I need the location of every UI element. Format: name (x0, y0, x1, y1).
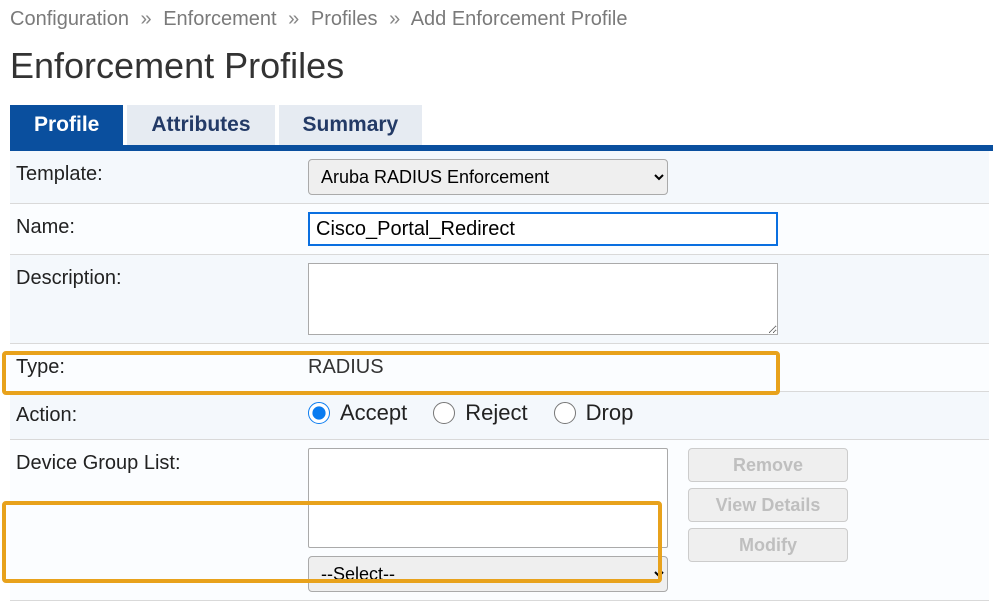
breadcrumb-item[interactable]: Profiles (311, 8, 378, 30)
row-description: Description: (10, 255, 989, 344)
chevron-right-icon: » (141, 8, 152, 30)
remove-button[interactable]: Remove (688, 448, 848, 482)
profile-form: Template: Aruba RADIUS Enforcement Name:… (10, 151, 989, 601)
name-label: Name: (10, 204, 300, 251)
type-value: RADIUS (308, 352, 384, 383)
action-label: Action: (10, 392, 300, 439)
row-type: Type: RADIUS (10, 344, 989, 392)
device-group-list-box[interactable] (308, 448, 668, 548)
action-reject-radio[interactable] (433, 402, 455, 424)
page-title: Enforcement Profiles (0, 35, 999, 105)
breadcrumb-item: Add Enforcement Profile (411, 8, 628, 30)
action-drop[interactable]: Drop (554, 400, 634, 426)
type-label: Type: (10, 344, 300, 391)
action-drop-label: Drop (586, 400, 634, 426)
breadcrumb-item[interactable]: Enforcement (163, 8, 276, 30)
action-drop-radio[interactable] (554, 402, 576, 424)
action-accept[interactable]: Accept (308, 400, 407, 426)
chevron-right-icon: » (389, 8, 400, 30)
row-name: Name: (10, 204, 989, 255)
device-group-list-label: Device Group List: (10, 440, 300, 487)
action-reject[interactable]: Reject (433, 400, 527, 426)
device-group-select[interactable]: --Select-- (308, 556, 668, 592)
tab-attributes[interactable]: Attributes (127, 105, 274, 145)
row-action: Action: Accept Reject Drop (10, 392, 989, 440)
action-reject-label: Reject (465, 400, 527, 426)
breadcrumb-item[interactable]: Configuration (10, 8, 129, 30)
tab-profile[interactable]: Profile (10, 105, 123, 145)
modify-button[interactable]: Modify (688, 528, 848, 562)
breadcrumb: Configuration » Enforcement » Profiles »… (0, 0, 999, 35)
template-label: Template: (10, 151, 300, 198)
name-input[interactable] (308, 212, 778, 246)
action-accept-radio[interactable] (308, 402, 330, 424)
tab-bar: Profile Attributes Summary (0, 105, 999, 145)
tab-summary[interactable]: Summary (279, 105, 423, 145)
row-template: Template: Aruba RADIUS Enforcement (10, 151, 989, 204)
template-select[interactable]: Aruba RADIUS Enforcement (308, 159, 668, 195)
description-textarea[interactable] (308, 263, 778, 335)
action-radio-group: Accept Reject Drop (308, 400, 633, 426)
row-device-group-list: Device Group List: --Select-- Remove Vie… (10, 440, 989, 601)
action-accept-label: Accept (340, 400, 407, 426)
chevron-right-icon: » (288, 8, 299, 30)
description-label: Description: (10, 255, 300, 302)
view-details-button[interactable]: View Details (688, 488, 848, 522)
